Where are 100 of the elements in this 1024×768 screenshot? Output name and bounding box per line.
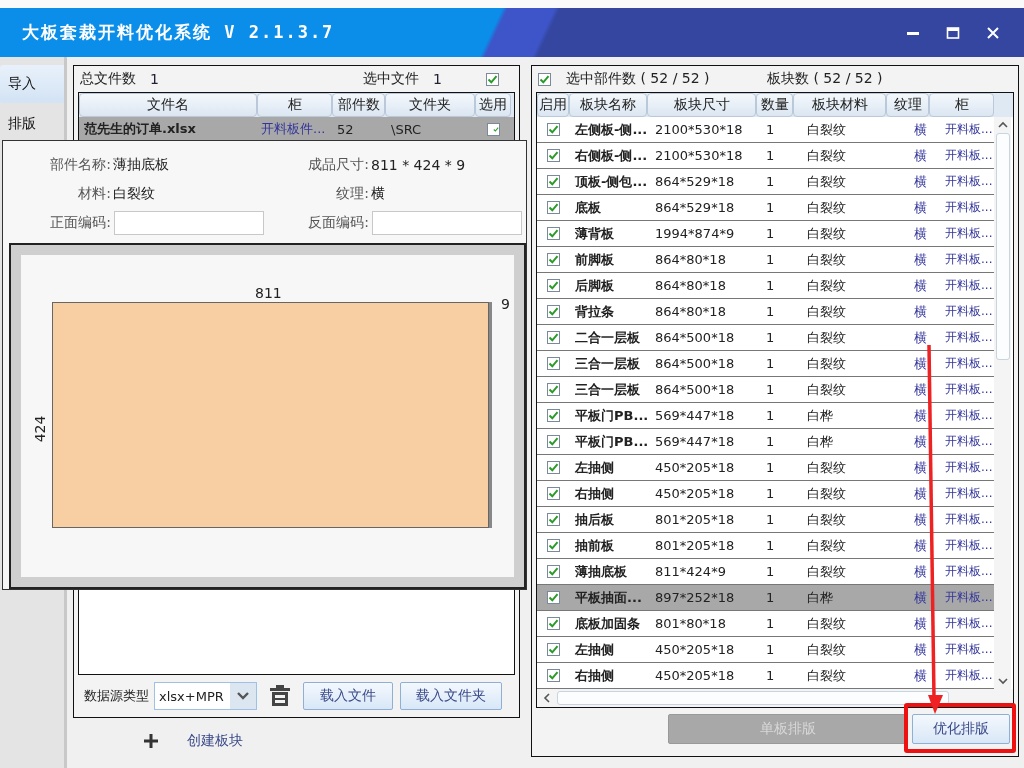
checkbox[interactable] — [538, 72, 551, 86]
table-row[interactable]: 背拉条 864*80*18 1 白裂纹 横 开料板... — [537, 299, 994, 325]
column-header[interactable]: 部件数 — [332, 93, 385, 117]
scroll-up-icon[interactable] — [997, 121, 1008, 129]
table-row[interactable]: 平板门PB... 569*447*18 1 白桦 横 开料板... — [537, 403, 994, 429]
table-cell-text: 开料板... — [944, 433, 994, 450]
checkbox[interactable] — [546, 175, 560, 188]
checkbox[interactable] — [546, 253, 560, 266]
table-row[interactable]: 三合一层板 864*500*18 1 白裂纹 横 开料板... — [537, 377, 994, 403]
checkbox[interactable] — [486, 122, 500, 136]
table-cell-text: 横 — [913, 640, 928, 659]
table-cell-text: 白桦 — [806, 588, 834, 607]
column-header[interactable]: 文件夹 — [385, 93, 475, 117]
table-cell-text: 白裂纹 — [806, 484, 847, 503]
horizontal-scrollbar[interactable] — [537, 689, 1013, 707]
table-cell-text: 左侧板-侧... — [574, 120, 647, 139]
checkbox[interactable] — [546, 461, 560, 474]
table-row[interactable]: 右侧板-侧... 2100*530*18 1 白裂纹 横 开料板... — [537, 143, 994, 169]
column-header[interactable]: 数量 — [756, 93, 793, 117]
checkbox[interactable] — [546, 383, 560, 396]
checkbox[interactable] — [486, 72, 499, 86]
column-header[interactable]: 选用 — [475, 93, 511, 117]
column-header[interactable]: 启用 — [537, 93, 569, 117]
table-cell-text: 横 — [913, 536, 928, 555]
checkbox[interactable] — [546, 305, 560, 318]
column-header[interactable]: 纹理 — [886, 93, 929, 117]
plus-icon[interactable] — [143, 733, 159, 749]
column-header[interactable]: 文件名 — [79, 93, 257, 117]
checkbox[interactable] — [546, 357, 560, 370]
checkbox[interactable] — [546, 435, 560, 448]
table-row[interactable]: 底板加固条 801*80*18 1 白裂纹 横 开料板... — [537, 611, 994, 637]
trash-icon[interactable] — [269, 685, 290, 707]
table-row[interactable]: 前脚板 864*80*18 1 白裂纹 横 开料板... — [537, 247, 994, 273]
sidebar-tab[interactable]: 导入 — [0, 65, 64, 103]
table-row[interactable]: 底板 864*529*18 1 白裂纹 横 开料板... — [537, 195, 994, 221]
table-cell-text: 白裂纹 — [806, 458, 847, 477]
source-type-select[interactable]: xlsx+MPR — [154, 682, 257, 710]
table-row[interactable]: 抽前板 801*205*18 1 白裂纹 横 开料板... — [537, 533, 994, 559]
checkbox[interactable] — [546, 409, 560, 422]
field-label: 部件名称: — [49, 155, 111, 174]
table-cell-text: 平板门PB... — [574, 406, 647, 425]
create-block-link[interactable]: 创建板块 — [187, 732, 243, 750]
table-row[interactable]: 抽后板 801*205*18 1 白裂纹 横 开料板... — [537, 507, 994, 533]
column-header[interactable]: 柜 — [257, 93, 332, 117]
column-header[interactable]: 板块名称 — [569, 93, 647, 117]
table-cell-text: 横 — [913, 250, 928, 269]
checkbox[interactable] — [546, 279, 560, 292]
table-cell-text: 白裂纹 — [806, 328, 847, 347]
maximize-icon[interactable] — [946, 25, 960, 40]
table-row[interactable]: 右抽侧 450*205*18 1 白裂纹 横 开料板... — [537, 481, 994, 507]
table-row[interactable]: 左抽侧 450*205*18 1 白裂纹 横 开料板... — [537, 637, 994, 663]
input-field[interactable] — [372, 211, 522, 235]
checkbox[interactable] — [546, 513, 560, 526]
table-cell-text: 开料板... — [944, 381, 994, 398]
checkbox[interactable] — [546, 149, 560, 162]
table-cell-text: 顶板-侧包... — [574, 172, 647, 191]
close-icon[interactable] — [986, 25, 1000, 40]
table-row[interactable]: 薄背板 1994*874*9 1 白裂纹 横 开料板... — [537, 221, 994, 247]
table-cell-text: 横 — [913, 328, 928, 347]
checkbox[interactable] — [546, 227, 560, 240]
load-button[interactable]: 载入文件 — [302, 682, 393, 710]
input-field[interactable] — [114, 211, 264, 235]
table-cell-text: 横 — [913, 146, 928, 165]
table-row[interactable]: 后脚板 864*80*18 1 白裂纹 横 开料板... — [537, 273, 994, 299]
load-button[interactable]: 载入文件夹 — [399, 682, 502, 710]
table-cell-text: 白裂纹 — [806, 536, 847, 555]
selected-parts-count: 选中部件数 ( 52 / 52 ) — [566, 70, 711, 88]
column-header[interactable]: 板块材料 — [793, 93, 886, 117]
table-cell-text: 背拉条 — [574, 302, 615, 321]
sidebar-tab[interactable]: 排版 — [0, 105, 64, 143]
checkbox[interactable] — [546, 201, 560, 214]
table-row[interactable]: 平板抽面... 897*252*18 1 白桦 横 开料板... — [537, 585, 994, 611]
checkbox[interactable] — [546, 331, 560, 344]
table-cell-text: 开料板... — [944, 173, 994, 190]
checkbox[interactable] — [546, 591, 560, 604]
checkbox[interactable] — [546, 487, 560, 500]
checkbox[interactable] — [546, 669, 560, 682]
table-row[interactable]: 三合一层板 864*500*18 1 白裂纹 横 开料板... — [537, 351, 994, 377]
table-cell-text: 白裂纹 — [806, 198, 847, 217]
table-row[interactable]: 左侧板-侧... 2100*530*18 1 白裂纹 横 开料板... — [537, 117, 994, 143]
table-cell-text: 开料板... — [944, 511, 994, 528]
table-row[interactable]: 二合一层板 864*500*18 1 白裂纹 横 开料板... — [537, 325, 994, 351]
table-cell-text: 白桦 — [806, 432, 834, 451]
table-row[interactable]: 左抽侧 450*205*18 1 白裂纹 横 开料板... — [537, 455, 994, 481]
checkbox[interactable] — [546, 123, 560, 136]
table-row[interactable]: 平板门PB... 569*447*18 1 白桦 横 开料板... — [537, 429, 994, 455]
checkbox[interactable] — [546, 617, 560, 630]
checkbox[interactable] — [546, 565, 560, 578]
scroll-left-icon[interactable] — [543, 693, 551, 703]
column-header[interactable]: 柜 — [929, 93, 994, 117]
table-row[interactable]: 范先生的订单.xlsx 开料板件... 52 \SRC — [79, 117, 514, 141]
table-row[interactable]: 顶板-侧包... 864*529*18 1 白裂纹 横 开料板... — [537, 169, 994, 195]
table-cell-text: 横 — [913, 666, 928, 685]
column-header[interactable]: 板块尺寸 — [647, 93, 756, 117]
scroll-down-icon[interactable] — [997, 677, 1008, 685]
table-cell-text: 白裂纹 — [806, 146, 847, 165]
vertical-scrollbar[interactable] — [994, 117, 1011, 689]
checkbox[interactable] — [546, 643, 560, 656]
checkbox[interactable] — [546, 539, 560, 552]
layout-button[interactable]: 优化排版 — [912, 714, 1010, 744]
